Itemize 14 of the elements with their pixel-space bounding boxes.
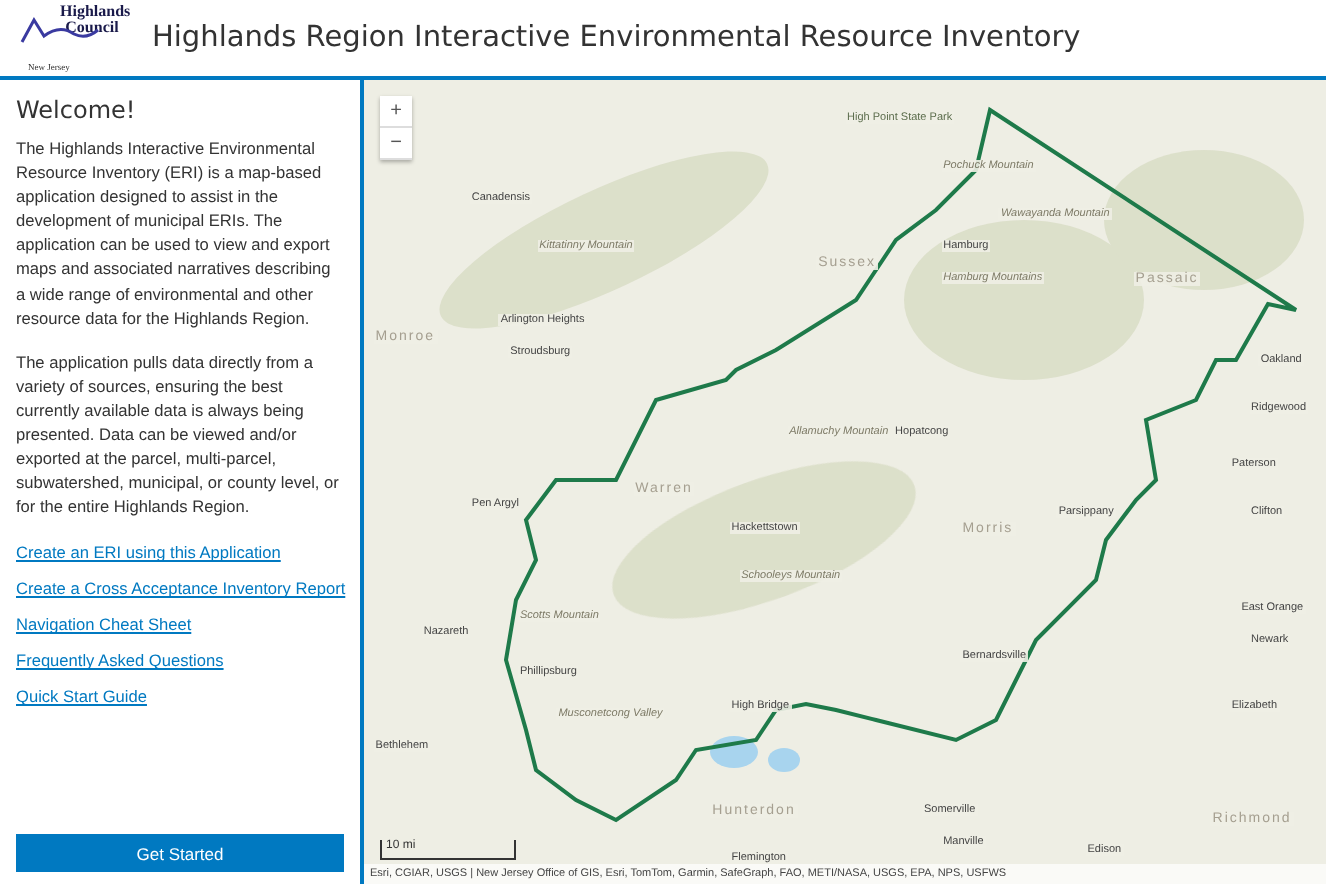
help-link[interactable]: Frequently Asked Questions <box>16 650 344 671</box>
welcome-heading: Welcome! <box>16 96 138 124</box>
help-link[interactable]: Create an ERI using this Application <box>16 542 344 563</box>
intro-paragraph: The application pulls data directly from a variety of sources, ensuring the best currently available data is always being presented. Data can be viewed and/or exported at the parcel, multi-parcel, subwatershed, municipal, or county level, or for the entire Highlands Region. <box>16 349 341 519</box>
app-title: Highlands Region Interactive Environmental Resource Inventory <box>152 22 1081 54</box>
zoom-in-button[interactable]: + <box>380 96 412 128</box>
help-link[interactable]: Quick Start Guide <box>16 686 344 707</box>
help-link[interactable]: Create a Cross Acceptance Inventory Report <box>16 578 344 599</box>
intro-paragraph: The Highlands Interactive Environmental Resource Inventory (ERI) is a map-based application designed to assist in the development of municipal ERIs. The application can be used to view and export maps and associated narratives describing a wide range of environmental and other resource data for the Highlands Region. <box>16 136 333 330</box>
map-view[interactable] <box>364 80 1326 884</box>
water-body <box>710 736 800 772</box>
get-started-button[interactable]: Get Started <box>16 834 344 872</box>
help-link[interactable]: Navigation Cheat Sheet <box>16 614 344 635</box>
zoom-out-button[interactable]: − <box>380 128 412 160</box>
